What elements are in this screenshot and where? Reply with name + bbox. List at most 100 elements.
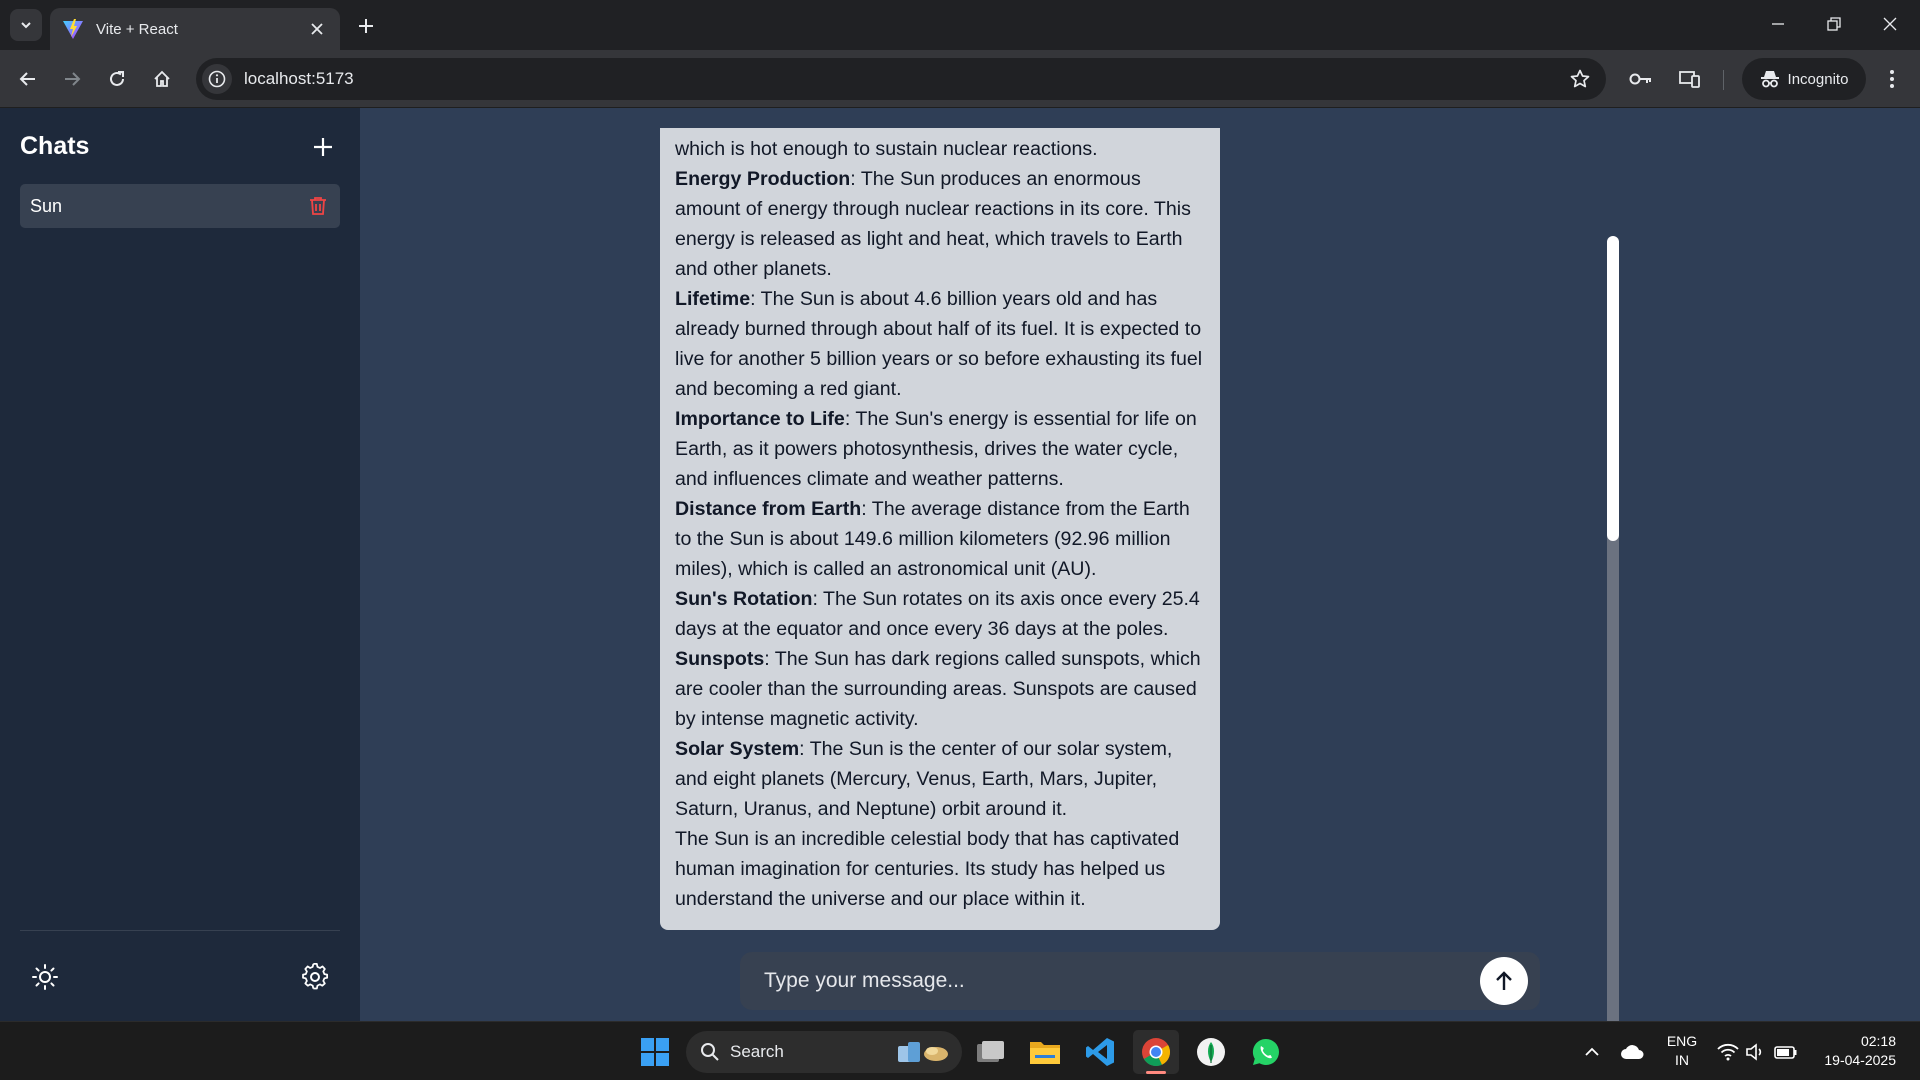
language-indicator[interactable]: ENG IN: [1664, 1032, 1700, 1070]
minimize-button[interactable]: [1758, 8, 1798, 40]
taskbar-search-label: Search: [730, 1042, 784, 1061]
site-info-icon[interactable]: [202, 64, 232, 94]
section-heading: Distance from Earth: [675, 498, 862, 520]
browser-menu-button[interactable]: [1876, 63, 1908, 95]
incognito-indicator[interactable]: Incognito: [1742, 58, 1866, 100]
incognito-icon: [1760, 71, 1779, 88]
new-chat-button[interactable]: [308, 132, 338, 162]
more-vertical-icon: [1890, 70, 1894, 88]
search-icon: [701, 1043, 719, 1061]
browser-tab[interactable]: Vite + React: [50, 8, 340, 50]
message-section: Sun's Rotation: The Sun rotates on its a…: [675, 584, 1205, 644]
message-section: Lifetime: The Sun is about 4.6 billion y…: [675, 284, 1205, 404]
reload-icon: [110, 71, 124, 86]
task-view-icon: [977, 1041, 1004, 1062]
scrollbar-thumb[interactable]: [1607, 236, 1619, 541]
vscode-icon: [1086, 1038, 1114, 1066]
tab-search-button[interactable]: [10, 9, 42, 41]
mongodb-leaf-icon: [1197, 1038, 1225, 1066]
sidebar-divider: [20, 930, 340, 931]
windows-logo-icon: [641, 1038, 669, 1066]
forward-button[interactable]: [56, 63, 88, 95]
key-icon: [1629, 73, 1651, 85]
section-heading: Energy Production: [675, 168, 851, 190]
message-content: which is hot enough to sustain nuclear r…: [675, 134, 1205, 914]
sidebar: Chats Sun: [0, 108, 360, 1021]
address-bar[interactable]: localhost:5173: [196, 58, 1606, 100]
section-heading: Solar System: [675, 738, 800, 760]
chevron-down-icon: [21, 22, 31, 29]
section-heading: Lifetime: [675, 288, 751, 310]
message-composer: [740, 952, 1540, 1010]
browser-toolbar: localhost:5173 Incognito: [0, 50, 1920, 108]
device-button[interactable]: [1674, 63, 1706, 95]
theme-toggle-button[interactable]: [28, 960, 62, 994]
tray-chevron-up-icon[interactable]: [1578, 1038, 1606, 1066]
close-tab-icon[interactable]: [306, 18, 328, 40]
vscode-app[interactable]: [1077, 1030, 1123, 1074]
settings-button[interactable]: [298, 960, 332, 994]
chat-item-label: Sun: [30, 195, 63, 216]
start-button[interactable]: [632, 1030, 678, 1074]
password-key-button[interactable]: [1625, 63, 1657, 95]
search-highlight-icon: [898, 1042, 948, 1062]
arrow-left-icon: [19, 72, 35, 86]
message-section: Importance to Life: The Sun's energy is …: [675, 404, 1205, 494]
chrome-app[interactable]: [1133, 1030, 1179, 1074]
message-section: Energy Production: The Sun produces an e…: [675, 164, 1205, 284]
back-button[interactable]: [12, 63, 44, 95]
message-input[interactable]: [764, 952, 1464, 1010]
bookmark-star-icon[interactable]: [1564, 63, 1596, 95]
task-view-button[interactable]: [968, 1030, 1014, 1074]
browser-tab-strip: Vite + React: [0, 0, 1920, 50]
minimize-icon: [1772, 23, 1784, 25]
message-conclusion: The Sun is an incredible celestial body …: [675, 828, 1180, 910]
section-heading: Sun's Rotation: [675, 588, 813, 610]
whatsapp-app[interactable]: [1243, 1030, 1289, 1074]
reload-button[interactable]: [101, 63, 133, 95]
toolbar-divider: [1723, 70, 1724, 90]
message-section: Solar System: The Sun is the center of o…: [675, 734, 1205, 824]
new-tab-button[interactable]: [352, 12, 380, 40]
battery-icon[interactable]: [1772, 1038, 1800, 1066]
send-button[interactable]: [1480, 957, 1528, 1005]
incognito-label: Incognito: [1787, 70, 1849, 88]
arrow-up-icon: [1496, 971, 1512, 990]
language-code: ENG: [1666, 1033, 1698, 1049]
clock[interactable]: 02:18 19-04-2025: [1806, 1032, 1896, 1070]
volume-icon[interactable]: [1742, 1038, 1770, 1066]
section-text: : The Sun is about 4.6 billion years old…: [675, 288, 1203, 400]
active-app-indicator: [1146, 1071, 1166, 1074]
home-icon: [154, 70, 170, 87]
sun-icon: [32, 964, 58, 990]
home-button[interactable]: [146, 63, 178, 95]
close-icon: [1883, 17, 1897, 31]
restore-button[interactable]: [1814, 8, 1854, 40]
section-heading: Importance to Life: [675, 408, 845, 430]
chat-list-item[interactable]: Sun: [20, 184, 340, 228]
message-section: Sunspots: The Sun has dark regions calle…: [675, 644, 1205, 734]
folder-icon: [1030, 1042, 1060, 1064]
close-window-button[interactable]: [1870, 8, 1910, 40]
restore-icon: [1827, 17, 1841, 31]
taskbar-search[interactable]: Search: [686, 1031, 962, 1073]
message-section: Distance from Earth: The average distanc…: [675, 494, 1205, 584]
trash-icon[interactable]: [306, 194, 330, 218]
chat-app: Chats Sun which is hot enough to sustain…: [0, 108, 1920, 1060]
arrow-right-icon: [65, 72, 81, 86]
file-explorer-app[interactable]: [1022, 1030, 1068, 1074]
plus-icon: [359, 19, 373, 33]
mongodb-compass-app[interactable]: [1188, 1030, 1234, 1074]
whatsapp-icon: [1252, 1038, 1279, 1066]
plus-icon: [314, 138, 332, 156]
section-heading: Sunspots: [675, 648, 765, 670]
message-intro: which is hot enough to sustain nuclear r…: [675, 138, 1098, 160]
taskbar: Search ENG IN 02:18 19-04-2025: [0, 1021, 1920, 1080]
assistant-message-bubble: which is hot enough to sustain nuclear r…: [660, 128, 1220, 930]
devices-icon: [1679, 71, 1700, 88]
clock-date: 19-04-2025: [1824, 1052, 1896, 1068]
wifi-icon[interactable]: [1714, 1038, 1742, 1066]
message-list: which is hot enough to sustain nuclear r…: [360, 128, 1920, 933]
onedrive-cloud-icon[interactable]: [1618, 1038, 1646, 1066]
url-text: localhost:5173: [244, 69, 354, 88]
